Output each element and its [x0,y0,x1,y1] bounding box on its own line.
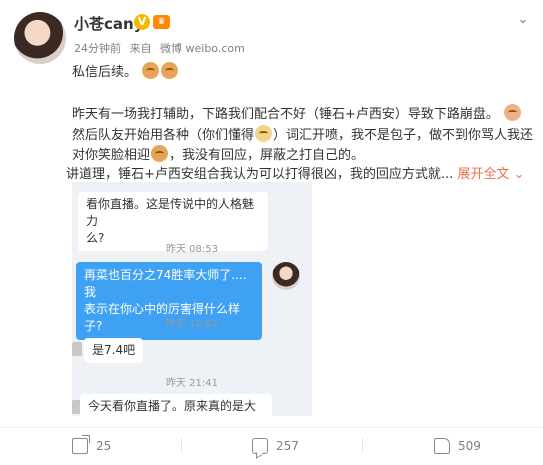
post-text: 私信后续。 [72,65,138,80]
avatar [272,262,300,290]
share-count: 25 [96,439,112,453]
share-icon [72,435,90,454]
post-line-2: 昨天有一场我打辅助，下路我们配合不好（锤石+卢西安）导致下路崩盘。 [72,104,522,124]
footer-separator [362,438,363,454]
thumbs-up-icon [434,438,450,454]
footer-separator [181,438,182,454]
post-text: 对你笑脸相迎 [72,148,151,163]
cat-emoji-icon [255,125,273,142]
expand-full-text-link[interactable]: 展开全文 ⌄ [457,167,524,182]
post-text: 讲道理，锤石+卢西安组合我认为可以打得很凶，我的回应方式就... [66,167,454,182]
comment-count: 257 [276,439,299,453]
doge-emoji-icon [142,62,160,79]
member-crown-icon: ♛ [153,15,170,29]
chevron-down-icon[interactable]: ⌄ [515,12,531,28]
chat-screenshot-image[interactable]: 看你直播。这是传说中的人格魅力 么? 昨天 08:53 再菜也百分之74胜率大师… [72,182,312,416]
post-text: 昨天有一场我打辅助，下路我们配合不好（锤石+卢西安）导致下路崩盘。 [72,107,499,122]
chat-timestamp: 昨天 08:53 [166,244,218,255]
post-text: ，我没有回应，屏蔽之打自己的。 [169,148,365,163]
avatar [72,342,82,356]
chat-timestamp: 昨天 12:02 [166,319,218,330]
post-meta: 24分钟前 来自 微博 weibo.com [74,40,250,56]
shy-face-emoji-icon [504,104,522,121]
doge-emoji-icon [151,145,169,162]
post-line-1: 私信后续。 [72,62,179,82]
post-text: ）词汇开喷，我不是包子，做不到你骂人我还 [273,128,534,143]
chevron-down-icon: ⌄ [513,167,525,182]
avatar[interactable] [14,12,66,64]
like-count: 509 [458,439,481,453]
chat-timestamp: 昨天 21:41 [166,378,218,389]
post-text: 然后队友开始用各种（你们懂得 [72,128,255,143]
source-link[interactable]: 微博 weibo.com [160,42,245,55]
share-button[interactable]: 25 [72,433,111,459]
doge-emoji-icon [161,62,179,79]
comment-button[interactable]: 257 [252,433,299,459]
chat-bubble-incoming: 是7.4吧 [84,338,144,363]
comment-icon [252,438,268,454]
source-label: 来自 [129,42,152,55]
like-button[interactable]: 509 [434,433,481,459]
footer-divider [0,427,543,428]
verified-badge-icon: V [134,14,150,30]
weibo-post-card: 小苍cany V ♛ 24分钟前 来自 微博 weibo.com ⌄ 私信后续。… [0,0,543,465]
post-time[interactable]: 24分钟前 [74,42,121,55]
chat-bubble-incoming: 今天看你直播了。原来真的是大师 [80,394,272,416]
post-line-3: 然后队友开始用各种（你们懂得 ）词汇开喷，我不是包子，做不到你骂人我还 [72,125,533,145]
post-line-4: 对你笑脸相迎 ，我没有回应，屏蔽之打自己的。 [72,145,364,165]
username[interactable]: 小苍cany [74,13,143,34]
